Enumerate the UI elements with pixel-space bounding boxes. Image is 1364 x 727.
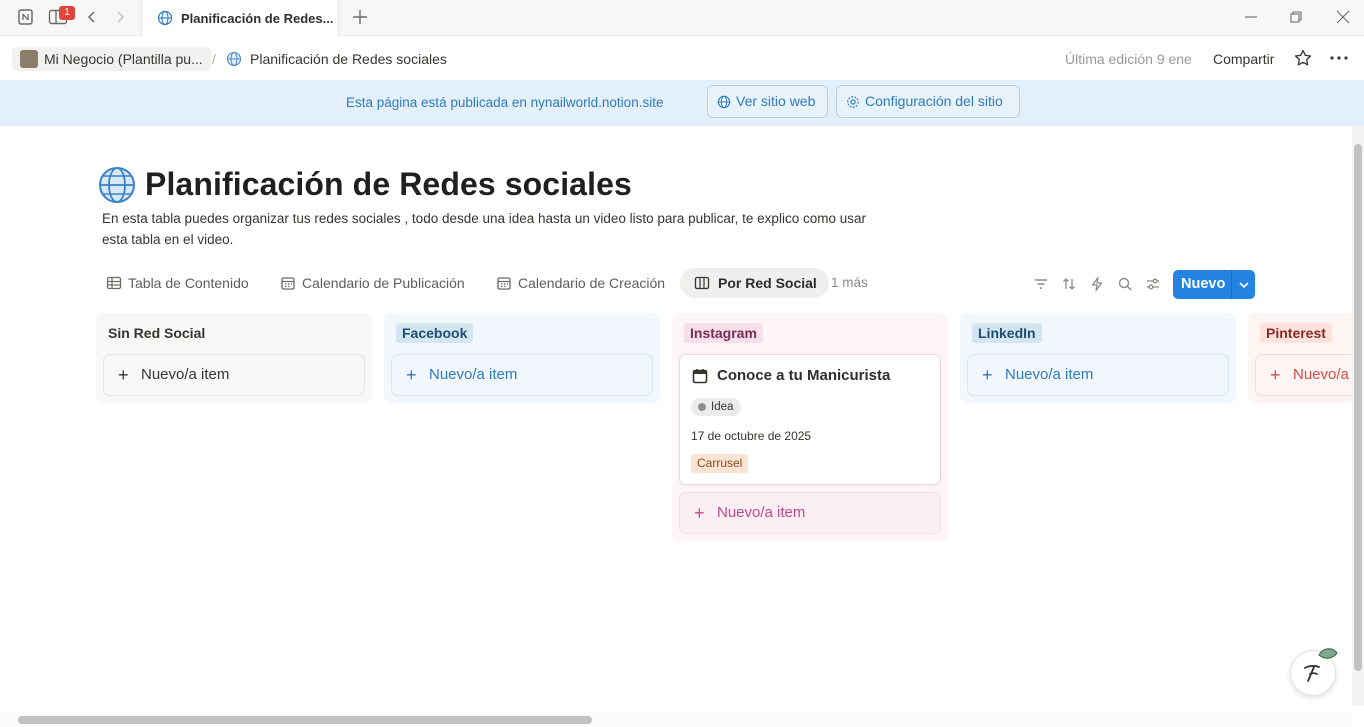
published-banner: Esta página está publicada en nynailworl… (0, 80, 1364, 126)
search-icon[interactable] (1117, 276, 1133, 292)
view-tab-publication-calendar[interactable]: Calendario de Publicación (276, 268, 465, 298)
column-header[interactable]: Instagram (684, 323, 763, 343)
board-column-linkedin: LinkedIn + Nuevo/a item (960, 313, 1236, 403)
more-views-button[interactable]: 1 más (831, 268, 868, 298)
notification-badge[interactable]: 1 (59, 6, 75, 20)
star-icon[interactable] (1293, 48, 1313, 68)
globe-icon (226, 51, 242, 67)
plus-icon: + (406, 365, 417, 385)
view-site-button[interactable]: Ver sitio web (707, 85, 828, 118)
add-item-button[interactable]: + Nuevo/a item (967, 354, 1229, 396)
minimize-icon[interactable] (1242, 8, 1262, 28)
add-item-button[interactable]: + Nuevo/a item (1255, 354, 1352, 396)
page-description: En esta tabla puedes organizar tus redes… (102, 211, 866, 247)
page-header: Mi Negocio (Plantilla pu... / Planificac… (0, 37, 1364, 80)
breadcrumb-page[interactable]: Planificación de Redes sociales (226, 47, 447, 71)
breadcrumb-workspace-label: Mi Negocio (Plantilla pu... (44, 51, 203, 67)
status-label: Idea (711, 401, 734, 413)
new-button-label: Nuevo (1181, 276, 1226, 292)
browser-tab-active[interactable]: Planificación de Redes... (141, 0, 339, 37)
plus-icon: + (982, 365, 993, 385)
last-edited-text: Última edición 9 ene (1065, 51, 1192, 67)
board-column-pinterest: Pinterest + Nuevo/a item (1248, 313, 1352, 403)
column-header[interactable]: LinkedIn (972, 323, 1042, 343)
view-tab-label: Tabla de Contenido (128, 275, 249, 291)
new-button-divider (1231, 270, 1232, 299)
board-icon (694, 276, 710, 290)
sort-icon[interactable] (1061, 276, 1077, 292)
breadcrumb-workspace[interactable]: Mi Negocio (Plantilla pu... (12, 47, 211, 71)
published-banner-text: Esta página está publicada en nynailworl… (346, 95, 664, 110)
notion-app-icon[interactable] (17, 8, 37, 28)
new-button[interactable]: Nuevo (1173, 270, 1255, 299)
status-badge: Idea (691, 398, 742, 416)
table-icon (106, 276, 122, 290)
add-item-label: Nuevo/a item (141, 366, 230, 383)
breadcrumb-page-label: Planificación de Redes sociales (250, 51, 447, 67)
vertical-scrollbar-thumb[interactable] (1354, 144, 1362, 671)
card-date: 17 de octubre de 2025 (691, 429, 812, 443)
calendar-icon (497, 277, 511, 290)
add-item-label: Nuevo/a item (717, 504, 806, 521)
breadcrumb-separator: / (212, 51, 216, 67)
horizontal-scrollbar[interactable] (0, 712, 1352, 727)
add-item-button[interactable]: + Nuevo/a item (679, 492, 941, 534)
format-tag: Carrusel (691, 454, 749, 473)
more-options-icon[interactable] (1329, 49, 1349, 67)
filter-icon[interactable] (1033, 276, 1049, 292)
view-tab-by-social-network[interactable]: Por Red Social (680, 268, 829, 298)
view-tab-creation-calendar[interactable]: Calendario de Creación (492, 268, 665, 298)
calendar-icon (692, 369, 708, 384)
browser-tab-title: Planificación de Redes... (181, 11, 334, 26)
view-site-label: Ver sitio web (736, 93, 816, 109)
kanban-card[interactable]: Conoce a tu Manicurista Idea 17 de octub… (679, 354, 941, 485)
plus-icon: + (694, 503, 705, 523)
share-button[interactable]: Compartir (1213, 47, 1274, 71)
globe-icon (157, 10, 173, 26)
plus-icon: + (118, 365, 129, 385)
card-title: Conoce a tu Manicurista (717, 367, 891, 384)
vertical-scrollbar[interactable] (1352, 126, 1364, 706)
board-column-facebook: Facebook + Nuevo/a item (384, 313, 660, 403)
status-dot (698, 403, 706, 411)
browser-title-bar: 1 Planificación de Redes... (0, 0, 1364, 37)
forward-arrow-icon[interactable] (112, 8, 132, 28)
add-item-label: Nuevo/a item (1005, 366, 1094, 383)
site-settings-button[interactable]: Configuración del sitio (836, 85, 1020, 118)
board-column-instagram: Instagram Conoce a tu Manicurista Idea 1… (672, 313, 948, 541)
column-header[interactable]: Pinterest (1260, 323, 1332, 343)
globe-icon (717, 95, 731, 109)
chevron-down-icon[interactable] (1237, 278, 1251, 292)
restore-icon[interactable] (1287, 8, 1307, 28)
gear-icon (847, 96, 859, 108)
view-tab-label: Calendario de Creación (518, 275, 666, 291)
back-arrow-icon[interactable] (84, 8, 104, 28)
ai-assistant-button[interactable] (1290, 648, 1338, 696)
add-item-label: Nuevo/a item (429, 366, 518, 383)
settings-sliders-icon[interactable] (1145, 276, 1161, 292)
view-tab-label: Calendario de Publicación (302, 275, 465, 291)
leaf-icon (1318, 648, 1338, 659)
add-item-button[interactable]: + Nuevo/a item (103, 354, 365, 396)
calendar-icon (281, 277, 295, 290)
page-title: Planificación de Redes sociales (145, 166, 632, 202)
workspace-avatar (20, 50, 38, 68)
board-column-sin-red-social: Sin Red Social + Nuevo/a item (96, 313, 372, 403)
view-tab-label: Por Red Social (718, 275, 817, 291)
automation-icon[interactable] (1089, 276, 1105, 292)
view-tab-table[interactable]: Tabla de Contenido (102, 268, 249, 298)
column-header[interactable]: Sin Red Social (102, 323, 211, 343)
site-settings-label: Configuración del sitio (865, 93, 1003, 109)
close-icon[interactable] (1334, 8, 1354, 28)
new-tab-icon[interactable] (351, 8, 371, 28)
horizontal-scrollbar-thumb[interactable] (18, 716, 592, 724)
add-item-label: Nuevo/a item (1293, 366, 1352, 383)
page-globe-icon[interactable] (98, 166, 136, 204)
column-header[interactable]: Facebook (396, 323, 474, 343)
add-item-button[interactable]: + Nuevo/a item (391, 354, 653, 396)
plus-icon: + (1270, 365, 1281, 385)
